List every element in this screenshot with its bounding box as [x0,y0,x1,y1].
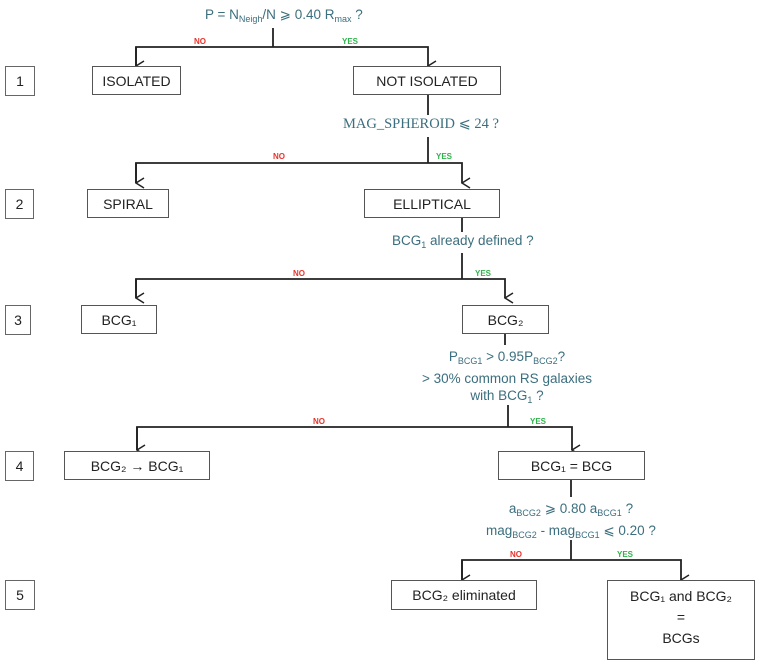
node-bcg2-becomes-bcg1: BCG₂ → BCG₁ [64,451,210,480]
q4-l1-c: ? [557,349,566,364]
q1-sub-max: max [334,14,352,24]
label-yes-4: YES [530,417,547,426]
q1-text-a: P = N [205,7,239,22]
node-bcg1-is-bcg: BCG₁ = BCG [498,451,645,480]
node-isolated: ISOLATED [92,66,181,95]
label-yes-3: YES [475,269,492,278]
q5-l1-c: ? [621,501,634,516]
q5-l1-sub1: BCG2 [516,508,541,518]
label-no-2: NO [273,152,285,161]
connector-q3-yes [135,278,505,298]
q4-l1-sub2: BCG2 [533,356,558,366]
q1-sub-neigh: Neigh [238,14,263,24]
q3-text-b: already defined ? [426,233,534,248]
q3-text-a: BCG [392,233,422,248]
label-yes-5: YES [617,550,634,559]
connector-q1-yes [135,46,428,66]
both-line2: = [676,609,686,625]
node-bcg2: BCG₂ [462,305,549,334]
node-bcg2-eliminated: BCG₂ eliminated [391,580,537,610]
node-spiral: SPIRAL [87,189,169,218]
connector-q5-yes [461,559,681,580]
step-number-1: 1 [5,66,35,96]
both-line1: BCG₁ and BCG₂ [630,588,732,604]
q5-line1: aBCG2 ⩾ 0.80 aBCG1 ? [486,500,656,522]
q4-l3-a: with BCG [470,388,528,403]
node-both-bcgs: BCG₁ and BCG₂ = BCGs [607,580,755,660]
step-number-4: 4 [5,451,34,481]
node-elliptical: ELLIPTICAL [364,189,500,218]
question-bcg-comparison: PBCG1 > 0.95PBCG2? > 30% common RS galax… [412,348,602,409]
q5-l1-b: ⩾ 0.80 a [540,501,598,516]
connector-q2-yes [135,162,462,183]
label-yes-1: YES [342,37,359,46]
q5-line2: magBCG2 - magBCG1 ⩽ 0.20 ? [486,522,656,544]
label-no-1: NO [194,37,206,46]
q5-l2-c: ⩽ 0.20 ? [599,523,656,538]
q4-l3-b: ? [532,388,544,403]
question-spheroid-magnitude: MAG_SPHEROID ⩽ 24 ? [343,116,499,132]
q4-l1-b: > 0.95P [482,349,534,364]
q5-l1-sub2: BCG1 [597,508,622,518]
q1-text-c: ? [351,7,363,22]
question-isolation-criterion: P = NNeigh/N ⩾ 0.40 Rmax ? [205,6,363,28]
q4-line2: > 30% common RS galaxies [422,371,592,386]
node-not-isolated: NOT ISOLATED [353,66,501,95]
q4-l1-a: P [448,349,458,364]
q1-text-b: /N ⩾ 0.40 R [262,7,335,22]
label-no-4: NO [313,417,325,426]
label-no-5: NO [510,550,522,559]
question-size-magnitude: aBCG2 ⩾ 0.80 aBCG1 ? magBCG2 - magBCG1 ⩽… [486,500,656,544]
q5-l2-a: mag [486,523,513,538]
q5-l2-sub2: BCG1 [575,530,600,540]
q5-l2-sub1: BCG2 [512,530,537,540]
q5-l2-b: - mag [536,523,576,538]
question-bcg1-defined: BCG1 already defined ? [392,232,534,254]
step-number-3: 3 [5,305,31,335]
label-no-3: NO [293,269,305,278]
step-number-5: 5 [5,580,35,610]
label-yes-2: YES [436,152,453,161]
q4-line1: PBCG1 > 0.95PBCG2? [412,348,602,370]
q4-l1-sub1: BCG1 [457,356,483,366]
q4-line3: with BCG1 ? [412,387,602,409]
node-bcg1: BCG₁ [81,305,157,334]
step-number-2: 2 [5,189,34,219]
connector-q4-yes [136,426,572,450]
